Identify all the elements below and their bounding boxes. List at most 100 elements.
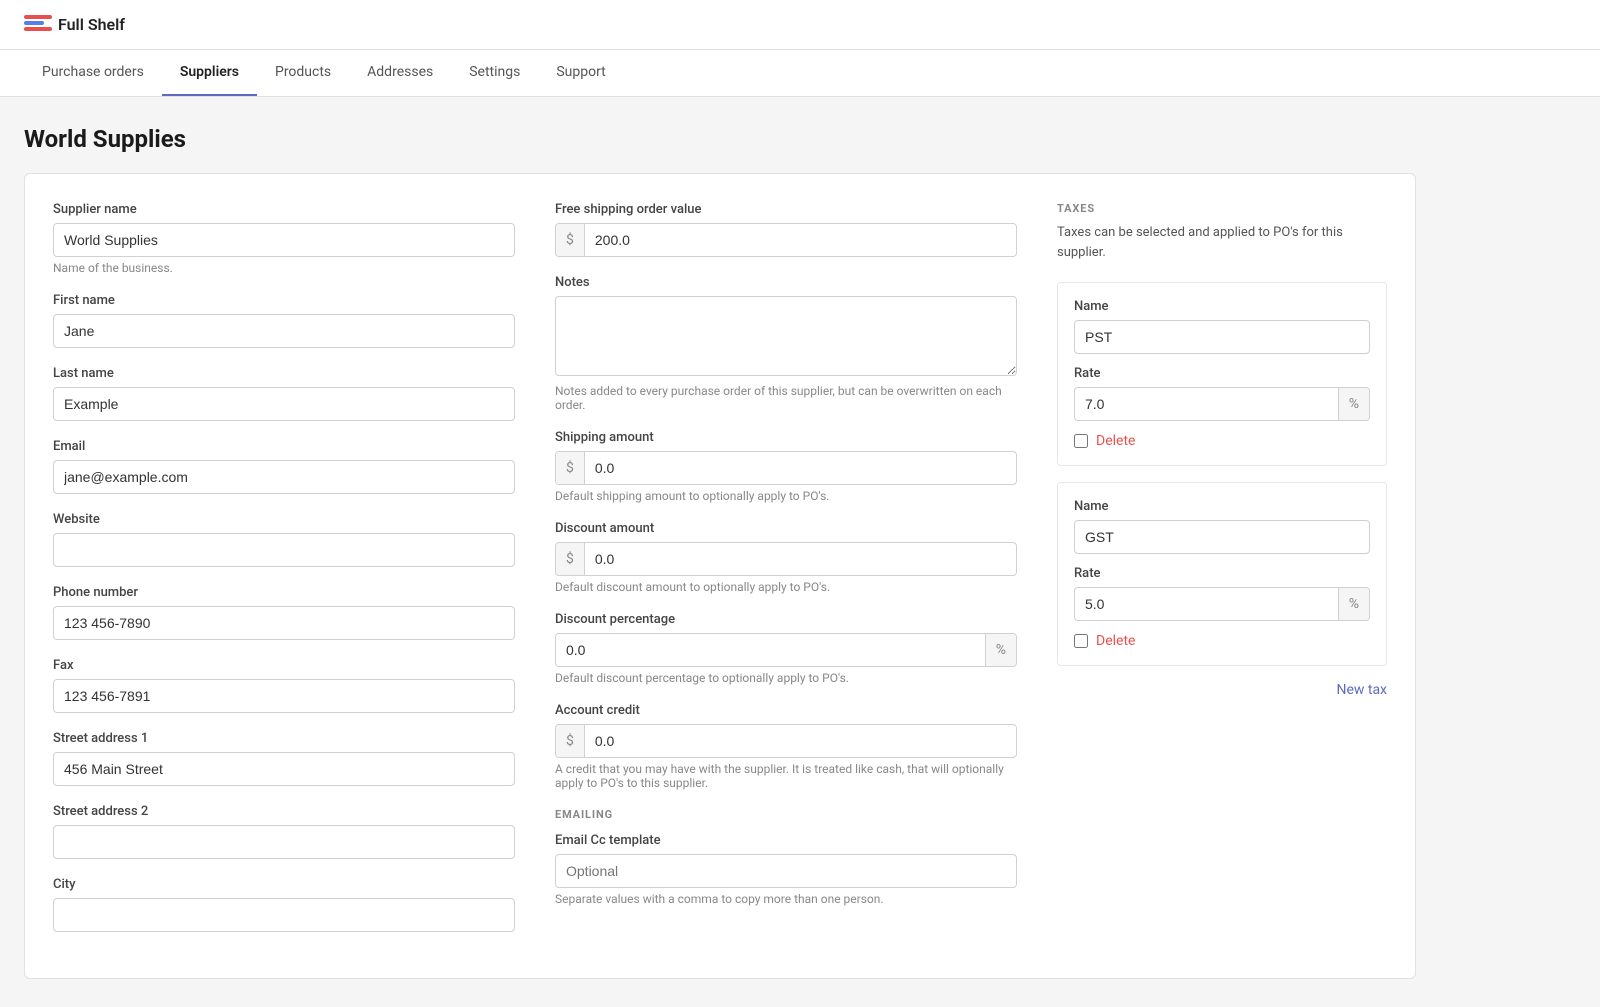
- taxes-column: TAXES Taxes can be selected and applied …: [1057, 202, 1387, 950]
- email-group: Email: [53, 439, 515, 494]
- website-label: Website: [53, 512, 515, 527]
- tax2-name-input[interactable]: [1074, 520, 1370, 554]
- email-cc-input[interactable]: [555, 854, 1017, 888]
- supplier-name-input[interactable]: [53, 223, 515, 257]
- tab-addresses[interactable]: Addresses: [349, 50, 451, 96]
- discount-pct-input[interactable]: [556, 634, 985, 666]
- logo-icon: [24, 15, 52, 35]
- fax-group: Fax: [53, 658, 515, 713]
- fax-label: Fax: [53, 658, 515, 673]
- tax1-name-input[interactable]: [1074, 320, 1370, 354]
- first-name-group: First name: [53, 293, 515, 348]
- street1-group: Street address 1: [53, 731, 515, 786]
- supplier-name-label: Supplier name: [53, 202, 515, 217]
- phone-input[interactable]: [53, 606, 515, 640]
- first-name-input[interactable]: [53, 314, 515, 348]
- phone-label: Phone number: [53, 585, 515, 600]
- discount-amount-prefix: $: [556, 543, 585, 575]
- supplier-name-group: Supplier name Name of the business.: [53, 202, 515, 275]
- shipping-amount-label: Shipping amount: [555, 430, 1017, 445]
- notes-hint: Notes added to every purchase order of t…: [555, 384, 1017, 412]
- free-shipping-label: Free shipping order value: [555, 202, 1017, 217]
- tax1-rate-label: Rate: [1074, 366, 1370, 381]
- tax1-name-label: Name: [1074, 299, 1370, 314]
- tax2-rate-label: Rate: [1074, 566, 1370, 581]
- account-credit-label: Account credit: [555, 703, 1017, 718]
- supplier-form-card: Supplier name Name of the business. Firs…: [24, 173, 1416, 979]
- email-cc-group: Email Cc template Separate values with a…: [555, 833, 1017, 906]
- tax2-delete-checkbox[interactable]: [1074, 634, 1088, 648]
- discount-amount-hint: Default discount amount to optionally ap…: [555, 580, 1017, 594]
- shipping-amount-hint: Default shipping amount to optionally ap…: [555, 489, 1017, 503]
- notes-textarea[interactable]: [555, 296, 1017, 376]
- free-shipping-prefix: $: [556, 224, 585, 256]
- discount-amount-input[interactable]: [585, 543, 1016, 575]
- tax-block-1: Name Rate % Delete: [1057, 282, 1387, 466]
- phone-group: Phone number: [53, 585, 515, 640]
- top-bar: Full Shelf: [0, 0, 1600, 50]
- city-input[interactable]: [53, 898, 515, 932]
- tax1-delete-checkbox[interactable]: [1074, 434, 1088, 448]
- tax2-delete-row: Delete: [1074, 633, 1370, 649]
- account-credit-prefix: $: [556, 725, 585, 757]
- discount-pct-hint: Default discount percentage to optionall…: [555, 671, 1017, 685]
- last-name-group: Last name: [53, 366, 515, 421]
- shipping-amount-input[interactable]: [585, 452, 1016, 484]
- left-column: Supplier name Name of the business. Firs…: [53, 202, 515, 950]
- email-cc-label: Email Cc template: [555, 833, 1017, 848]
- discount-amount-label: Discount amount: [555, 521, 1017, 536]
- street2-input[interactable]: [53, 825, 515, 859]
- city-group: City: [53, 877, 515, 932]
- free-shipping-group: Free shipping order value $: [555, 202, 1017, 257]
- notes-group: Notes Notes added to every purchase orde…: [555, 275, 1017, 412]
- tax1-rate-suffix: %: [1338, 388, 1369, 420]
- middle-column: Free shipping order value $ Notes Notes …: [555, 202, 1017, 950]
- discount-amount-group: Discount amount $ Default discount amoun…: [555, 521, 1017, 594]
- tab-purchase-orders[interactable]: Purchase orders: [24, 50, 162, 96]
- page-content: World Supplies Supplier name Name of the…: [0, 97, 1440, 1007]
- free-shipping-input-wrap: $: [555, 223, 1017, 257]
- tax2-delete-label[interactable]: Delete: [1096, 633, 1135, 649]
- tax2-rate-input[interactable]: [1075, 588, 1338, 620]
- fax-input[interactable]: [53, 679, 515, 713]
- discount-pct-input-wrap: %: [555, 633, 1017, 667]
- discount-pct-suffix: %: [985, 634, 1016, 666]
- tax2-name-group: Name: [1074, 499, 1370, 554]
- page-title: World Supplies: [24, 125, 1416, 153]
- tab-settings[interactable]: Settings: [451, 50, 538, 96]
- tax1-delete-row: Delete: [1074, 433, 1370, 449]
- discount-pct-group: Discount percentage % Default discount p…: [555, 612, 1017, 685]
- tab-suppliers[interactable]: Suppliers: [162, 50, 257, 96]
- email-label: Email: [53, 439, 515, 454]
- tax1-delete-label[interactable]: Delete: [1096, 433, 1135, 449]
- logo: Full Shelf: [24, 15, 125, 35]
- shipping-amount-input-wrap: $: [555, 451, 1017, 485]
- new-tax-link[interactable]: New tax: [1057, 682, 1387, 698]
- account-credit-input[interactable]: [585, 725, 1016, 757]
- emailing-section-label: EMAILING: [555, 808, 1017, 821]
- app-title: Full Shelf: [58, 15, 125, 34]
- street1-label: Street address 1: [53, 731, 515, 746]
- tax1-rate-input[interactable]: [1075, 388, 1338, 420]
- discount-amount-input-wrap: $: [555, 542, 1017, 576]
- tax1-name-group: Name: [1074, 299, 1370, 354]
- free-shipping-input[interactable]: [585, 224, 1016, 256]
- street2-label: Street address 2: [53, 804, 515, 819]
- tax2-rate-wrap: %: [1074, 587, 1370, 621]
- tab-products[interactable]: Products: [257, 50, 349, 96]
- shipping-amount-prefix: $: [556, 452, 585, 484]
- website-group: Website: [53, 512, 515, 567]
- website-input[interactable]: [53, 533, 515, 567]
- last-name-input[interactable]: [53, 387, 515, 421]
- supplier-name-hint: Name of the business.: [53, 261, 515, 275]
- email-input[interactable]: [53, 460, 515, 494]
- account-credit-input-wrap: $: [555, 724, 1017, 758]
- street1-input[interactable]: [53, 752, 515, 786]
- first-name-label: First name: [53, 293, 515, 308]
- tax1-rate-wrap: %: [1074, 387, 1370, 421]
- tax2-rate-suffix: %: [1338, 588, 1369, 620]
- notes-label: Notes: [555, 275, 1017, 290]
- shipping-amount-group: Shipping amount $ Default shipping amoun…: [555, 430, 1017, 503]
- tab-support[interactable]: Support: [538, 50, 623, 96]
- street2-group: Street address 2: [53, 804, 515, 859]
